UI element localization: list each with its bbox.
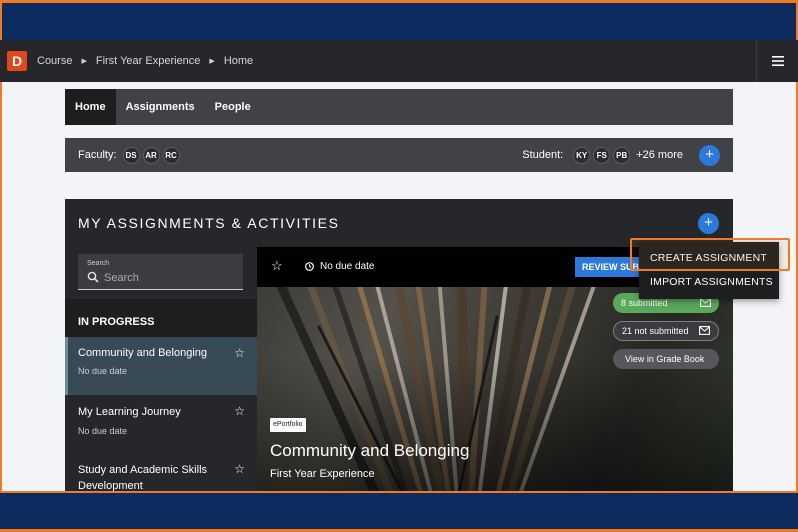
list-item-title: Study and Academic Skills (78, 464, 208, 476)
avatar[interactable]: DS (122, 146, 140, 164)
list-item[interactable]: Study and Academic Skills Development ☆ (65, 453, 257, 491)
breadcrumb: Course ▶ First Year Experience ▶ Home (37, 55, 253, 67)
hamburger-icon (771, 56, 784, 66)
mail-icon (700, 298, 711, 307)
highlight-outline (630, 238, 790, 271)
top-navigation-bar: D Course ▶ First Year Experience ▶ Home (0, 40, 798, 82)
search-icon (87, 271, 99, 283)
search-label: Search (87, 260, 110, 267)
list-item[interactable]: My Learning Journey No due date ☆ (65, 395, 257, 453)
search-placeholder: Search (104, 272, 139, 284)
mail-icon (699, 326, 710, 335)
list-item[interactable]: Community and Belonging No due date ☆ (65, 337, 257, 395)
app-logo[interactable]: D (7, 51, 27, 71)
star-icon[interactable]: ☆ (234, 404, 245, 418)
not-submitted-count-button[interactable]: 21 not submitted (613, 321, 719, 341)
assignment-cover-image: 8 submitted 21 not submitted View in Gra… (257, 287, 733, 491)
view-grade-book-button[interactable]: View in Grade Book (613, 349, 719, 369)
tab-people[interactable]: People (205, 89, 261, 125)
tab-home[interactable]: Home (65, 89, 116, 125)
star-icon[interactable]: ☆ (234, 346, 245, 360)
menu-item-import-assignments[interactable]: IMPORT ASSIGNMENTS (650, 276, 773, 288)
student-label: Student: (522, 149, 564, 161)
list-item-title: My Learning Journey (78, 406, 181, 418)
breadcrumb-course[interactable]: Course (37, 55, 72, 67)
outer-frame-top (0, 0, 798, 40)
avatar[interactable]: FS (593, 146, 611, 164)
star-icon[interactable]: ☆ (271, 258, 283, 274)
search-input[interactable]: Search Search (78, 254, 243, 290)
avatar[interactable]: KY (573, 146, 591, 164)
due-date: No due date (320, 261, 375, 272)
avatar[interactable]: AR (142, 146, 160, 164)
breadcrumb-first-year-experience[interactable]: First Year Experience (96, 55, 201, 67)
avatar[interactable]: RC (162, 146, 180, 164)
course-people-strip: Faculty: DS AR RC Student: KY FS PB +26 … (65, 138, 733, 172)
type-badge: ePortfolio (270, 418, 306, 432)
not-submitted-count: 21 not submitted (622, 326, 689, 336)
section-heading-in-progress: IN PROGRESS (65, 299, 257, 337)
student-group: Student: KY FS PB +26 more + (522, 144, 720, 166)
history-icon (305, 262, 314, 271)
more-students-link[interactable]: +26 more (636, 149, 683, 161)
menu-button[interactable] (756, 40, 798, 82)
course-name: First Year Experience (270, 468, 375, 480)
breadcrumb-home[interactable]: Home (224, 55, 253, 67)
breadcrumb-separator-icon: ▶ (81, 58, 87, 65)
add-assignment-button[interactable]: + (698, 213, 719, 234)
list-item-due: No due date (78, 366, 128, 376)
assignment-title: Community and Belonging (270, 441, 470, 460)
outer-frame-bottom (0, 491, 798, 532)
breadcrumb-separator-icon: ▶ (209, 58, 215, 65)
add-person-button[interactable]: + (699, 144, 720, 166)
panel-title: MY ASSIGNMENTS & ACTIVITIES (78, 215, 340, 231)
list-item-title-line-2: Development (78, 480, 143, 491)
tab-assignments[interactable]: Assignments (116, 89, 205, 125)
assignment-list-sidebar: Search Search IN PROGRESS Community and … (65, 247, 257, 491)
avatar[interactable]: PB (613, 146, 631, 164)
faculty-label: Faculty: (78, 149, 117, 161)
list-item-title: Community and Belonging (78, 347, 208, 359)
course-tabs: Home Assignments People (65, 89, 733, 125)
submitted-count: 8 submitted (621, 298, 668, 308)
star-icon[interactable]: ☆ (234, 462, 245, 476)
list-item-due: No due date (78, 426, 128, 436)
